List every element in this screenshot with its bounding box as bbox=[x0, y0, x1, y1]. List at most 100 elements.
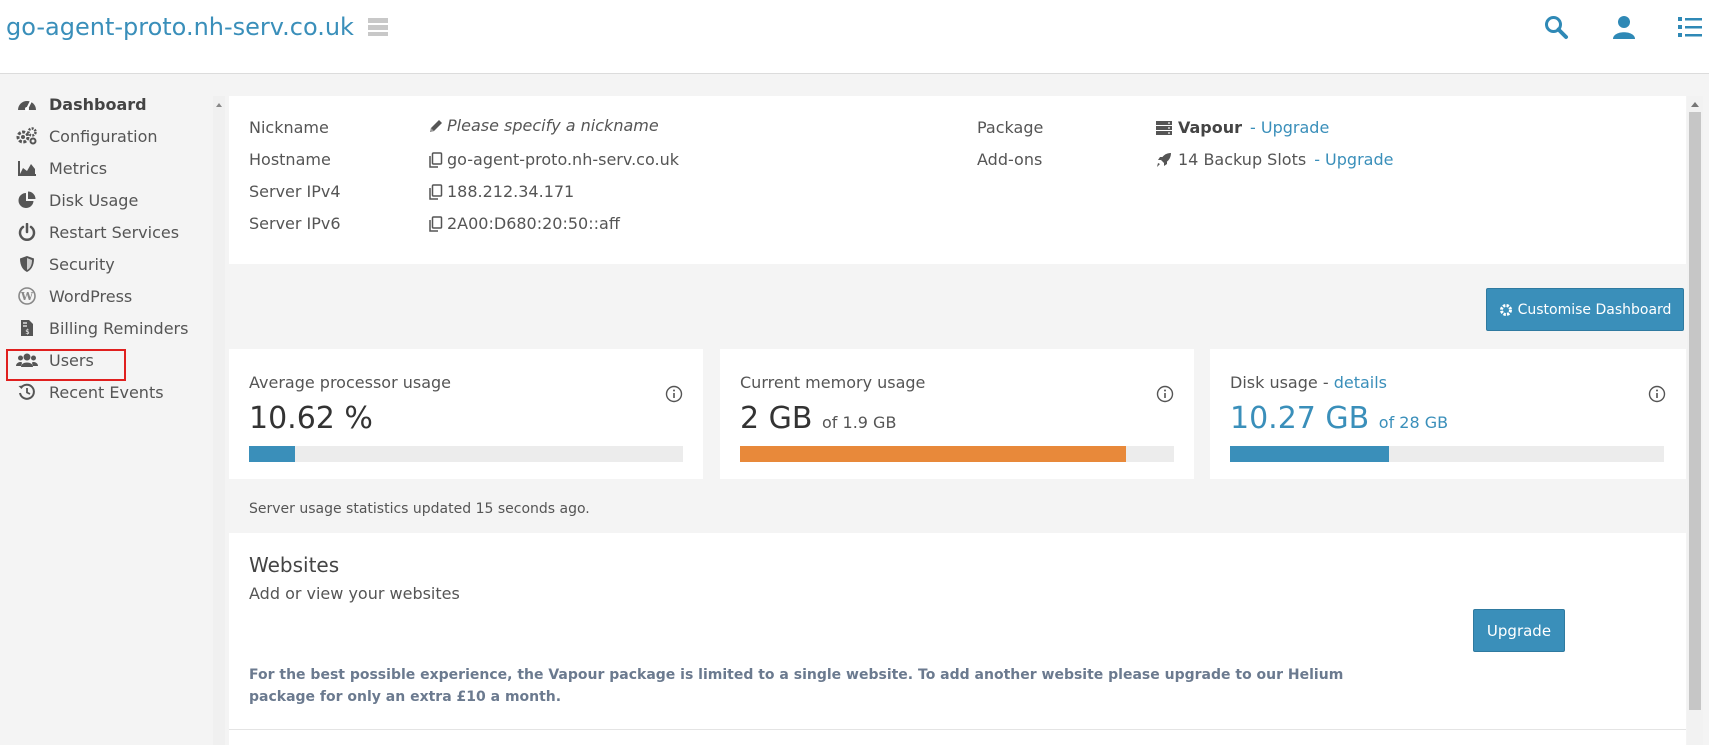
invoice-icon: $ bbox=[16, 319, 38, 337]
package-name: Vapour bbox=[1178, 118, 1243, 137]
cpu-usage-title: Average processor usage bbox=[249, 373, 452, 392]
nickname-placeholder: Please specify a nickname bbox=[447, 116, 659, 135]
sidebar-item-label: Billing Reminders bbox=[49, 318, 189, 338]
sidebar-item-restart-services[interactable]: Restart Services bbox=[16, 218, 179, 246]
customise-dashboard-button[interactable]: Customise Dashboard bbox=[1486, 288, 1684, 331]
menu-list-icon[interactable] bbox=[1677, 14, 1703, 40]
addons-label: Add-ons bbox=[977, 150, 1043, 169]
sidebar: Dashboard Configuration Metrics Disk Usa… bbox=[0, 74, 212, 745]
server-icon[interactable] bbox=[367, 17, 389, 37]
addons-upgrade-link[interactable]: - Upgrade bbox=[1314, 150, 1393, 169]
ipv4-value[interactable]: 188.212.34.171 bbox=[428, 182, 574, 201]
main-scrollbar[interactable] bbox=[1687, 96, 1703, 745]
memory-usage-bar-fill bbox=[740, 446, 1127, 462]
copy-icon[interactable] bbox=[428, 151, 444, 168]
power-icon bbox=[16, 223, 38, 241]
ipv4-text: 188.212.34.171 bbox=[447, 182, 575, 201]
memory-usage-card: Current memory usage 2 GB of 1.9 GB bbox=[720, 349, 1194, 479]
top-bar: go-agent-proto.nh-serv.co.uk bbox=[0, 0, 1709, 74]
nickname-field[interactable]: Please specify a nickname bbox=[428, 116, 659, 135]
scrollbar-thumb[interactable] bbox=[1689, 112, 1701, 710]
site-title[interactable]: go-agent-proto.nh-serv.co.uk bbox=[6, 13, 354, 41]
sidebar-item-label: Restart Services bbox=[49, 222, 180, 242]
sidebar-item-label: Disk Usage bbox=[49, 190, 139, 210]
sidebar-item-label: Security bbox=[49, 254, 115, 274]
search-icon[interactable] bbox=[1543, 14, 1569, 40]
upgrade-button[interactable]: Upgrade bbox=[1473, 609, 1565, 652]
sidebar-item-label: WordPress bbox=[49, 286, 133, 306]
package-label: Package bbox=[977, 118, 1044, 137]
memory-usage-value: 2 GB of 1.9 GB bbox=[740, 401, 897, 436]
cogs-icon bbox=[16, 127, 38, 145]
sidebar-item-configuration[interactable]: Configuration bbox=[16, 122, 158, 150]
memory-usage-bar bbox=[740, 446, 1174, 462]
server-stack-icon bbox=[1156, 120, 1172, 136]
ipv4-label: Server IPv4 bbox=[249, 182, 341, 201]
hostname-label: Hostname bbox=[249, 150, 331, 169]
websites-subtitle: Add or view your websites bbox=[249, 584, 460, 603]
sidebar-item-metrics[interactable]: Metrics bbox=[16, 154, 107, 182]
pencil-icon bbox=[428, 118, 444, 134]
cpu-usage-card: Average processor usage 10.62 % bbox=[229, 349, 703, 479]
sidebar-item-recent-events[interactable]: Recent Events bbox=[16, 378, 164, 406]
users-highlight-box bbox=[6, 349, 126, 381]
user-icon[interactable] bbox=[1611, 14, 1637, 40]
shield-icon bbox=[16, 255, 38, 273]
sidebar-scrollbar[interactable] bbox=[213, 96, 225, 745]
disk-usage-title: Disk usage - details bbox=[1230, 373, 1387, 392]
package-value: Vapour - Upgrade bbox=[1156, 118, 1329, 137]
svg-text:W: W bbox=[20, 290, 34, 303]
websites-title: Websites bbox=[249, 553, 340, 577]
hostname-text: go-agent-proto.nh-serv.co.uk bbox=[447, 150, 679, 169]
package-upgrade-link[interactable]: - Upgrade bbox=[1250, 118, 1329, 137]
sidebar-item-disk-usage[interactable]: Disk Usage bbox=[16, 186, 138, 214]
scroll-up-arrow-icon[interactable] bbox=[213, 99, 225, 111]
sidebar-item-label: Metrics bbox=[49, 158, 108, 178]
history-icon bbox=[16, 383, 38, 401]
addons-value: 14 Backup Slots - Upgrade bbox=[1156, 150, 1393, 169]
dashboard-icon bbox=[16, 95, 38, 113]
divider bbox=[229, 729, 1686, 730]
disk-usage-card: Disk usage - details 10.27 GB of 28 GB bbox=[1210, 349, 1686, 479]
disk-usage-bar-fill bbox=[1230, 446, 1390, 462]
copy-icon[interactable] bbox=[428, 215, 444, 232]
ipv6-text: 2A00:D680:20:50::aff bbox=[447, 214, 620, 233]
disk-usage-value: 10.27 GB of 28 GB bbox=[1230, 401, 1449, 436]
info-icon[interactable] bbox=[1648, 385, 1666, 403]
disk-total: of 28 GB bbox=[1378, 413, 1449, 432]
sidebar-item-wordpress[interactable]: W WordPress bbox=[16, 282, 132, 310]
nickname-label: Nickname bbox=[249, 118, 329, 137]
disk-details-link[interactable]: details bbox=[1334, 373, 1387, 392]
cpu-usage-value: 10.62 % bbox=[249, 401, 373, 436]
sidebar-item-label: Dashboard bbox=[49, 94, 147, 114]
websites-limit-note: For the best possible experience, the Va… bbox=[249, 667, 1344, 705]
disk-usage-bar bbox=[1230, 446, 1664, 462]
hostname-value[interactable]: go-agent-proto.nh-serv.co.uk bbox=[428, 150, 679, 169]
gear-icon bbox=[1499, 303, 1513, 317]
main-content: Nickname Please specify a nickname Hostn… bbox=[229, 96, 1686, 745]
info-icon[interactable] bbox=[665, 385, 683, 403]
sidebar-item-label: Configuration bbox=[49, 126, 158, 146]
copy-icon[interactable] bbox=[428, 183, 444, 200]
ipv6-label: Server IPv6 bbox=[249, 214, 341, 233]
cpu-usage-bar bbox=[249, 446, 683, 462]
stats-updated-text: Server usage statistics updated 15 secon… bbox=[249, 501, 590, 517]
sidebar-item-dashboard[interactable]: Dashboard bbox=[16, 90, 147, 118]
sidebar-item-billing-reminders[interactable]: $ Billing Reminders bbox=[16, 314, 188, 342]
area-chart-icon bbox=[16, 159, 38, 177]
websites-panel: Websites Add or view your websites Upgra… bbox=[229, 533, 1686, 745]
ipv6-value[interactable]: 2A00:D680:20:50::aff bbox=[428, 214, 620, 233]
scroll-up-arrow-icon[interactable] bbox=[1687, 97, 1703, 111]
server-info-panel: Nickname Please specify a nickname Hostn… bbox=[229, 96, 1686, 264]
sidebar-item-security[interactable]: Security bbox=[16, 250, 115, 278]
svg-text:$: $ bbox=[25, 328, 29, 336]
sidebar-item-label: Recent Events bbox=[49, 382, 164, 402]
info-icon[interactable] bbox=[1156, 385, 1174, 403]
rocket-icon bbox=[1156, 152, 1172, 168]
cpu-usage-bar-fill bbox=[249, 446, 296, 462]
pie-chart-icon bbox=[16, 191, 38, 209]
customise-dashboard-label: Customise Dashboard bbox=[1517, 301, 1672, 318]
addons-text: 14 Backup Slots bbox=[1178, 150, 1307, 169]
memory-total: of 1.9 GB bbox=[822, 413, 897, 432]
wordpress-icon: W bbox=[16, 287, 38, 305]
